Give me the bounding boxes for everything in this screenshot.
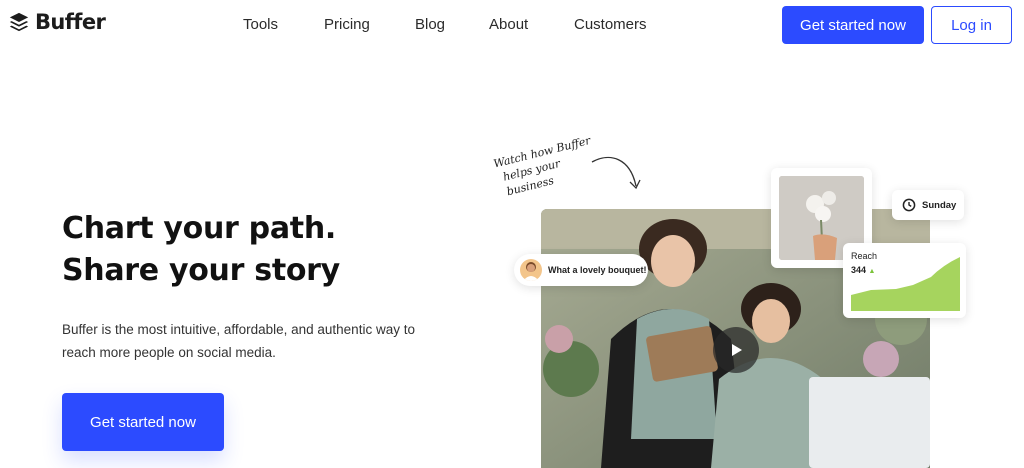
play-button[interactable]	[713, 327, 759, 373]
play-icon	[732, 344, 742, 356]
nav-tools[interactable]: Tools	[243, 16, 278, 33]
reach-card: Reach 344 ▲	[843, 243, 966, 318]
login-button[interactable]: Log in	[931, 6, 1012, 44]
site-header: Buffer Tools Pricing Blog About Customer…	[0, 0, 1024, 50]
nav-customers[interactable]: Customers	[574, 16, 647, 33]
nav-pricing[interactable]: Pricing	[324, 16, 370, 33]
reach-area-chart	[851, 257, 960, 311]
day-label: Sunday	[922, 199, 957, 211]
header-get-started-button[interactable]: Get started now	[782, 6, 924, 44]
hero-title-line2: Share your story	[62, 253, 340, 288]
hero-title-line1: Chart your path.	[62, 211, 336, 246]
person-icon	[523, 262, 539, 281]
hero-title: Chart your path. Share your story	[62, 208, 442, 292]
nav-about[interactable]: About	[489, 16, 528, 33]
hero-subtitle: Buffer is the most intuitive, affordable…	[62, 322, 415, 360]
schedule-day-card: Sunday	[892, 190, 964, 220]
avatar	[520, 259, 542, 281]
curved-arrow-icon	[591, 156, 641, 190]
nav-blog[interactable]: Blog	[415, 16, 445, 33]
comment-text: What a lovely bouquet!	[548, 265, 647, 275]
comment-card: What a lovely bouquet!	[514, 254, 648, 286]
hero-get-started-button[interactable]: Get started now	[62, 393, 224, 451]
clock-icon	[902, 198, 916, 212]
